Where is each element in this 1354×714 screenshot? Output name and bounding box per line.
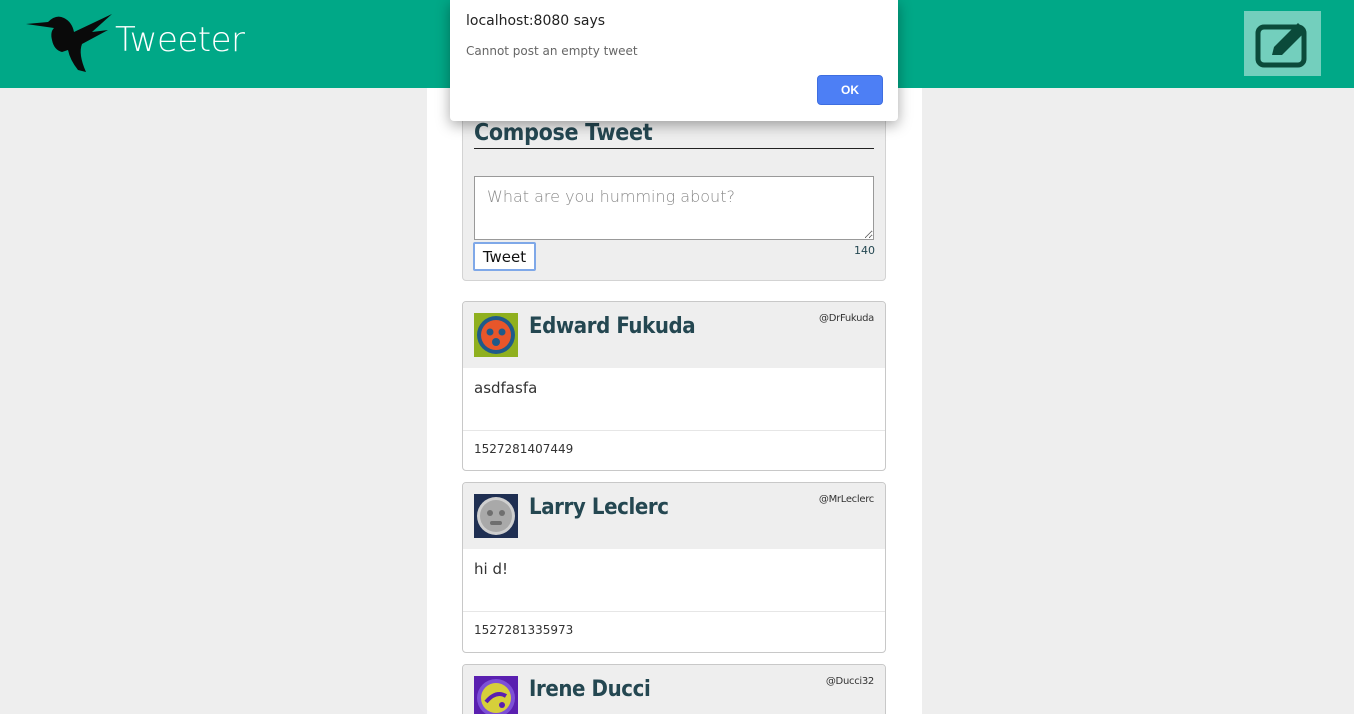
- alert-message: Cannot post an empty tweet: [466, 44, 638, 58]
- compose-tweet-section: Compose Tweet Tweet 140: [462, 108, 886, 281]
- avatar: [474, 494, 518, 538]
- alert-ok-button[interactable]: OK: [817, 75, 883, 105]
- tweet-content: asdfasfa: [474, 379, 538, 397]
- edit-pencil-icon: [1255, 22, 1306, 67]
- tweet-author-handle: @DrFukuda: [819, 313, 874, 324]
- tweet-timestamp: 1527281335973: [474, 623, 574, 637]
- tweet-content: hi d!: [474, 560, 508, 578]
- alert-dialog: localhost:8080 says Cannot post an empty…: [450, 0, 898, 121]
- character-counter: 140: [854, 244, 875, 257]
- tweet-card: Irene Ducci @Ducci32: [462, 664, 886, 714]
- tweet-author-handle: @Ducci32: [825, 676, 874, 687]
- compose-title: Compose Tweet: [474, 119, 874, 149]
- avatar: [474, 313, 518, 357]
- tweet-header: Edward Fukuda @DrFukuda: [463, 302, 885, 368]
- tweet-author-name: Larry Leclerc: [529, 495, 669, 520]
- hummingbird-icon: [26, 14, 112, 72]
- brand-title[interactable]: Tweeter: [115, 20, 245, 60]
- tweet-author-handle: @MrLeclerc: [818, 494, 874, 505]
- alert-title: localhost:8080 says: [466, 13, 606, 29]
- tweet-footer: 1527281335973: [463, 611, 885, 651]
- tweet-card: Larry Leclerc @MrLeclerc hi d! 152728133…: [462, 482, 886, 653]
- compose-toggle-button[interactable]: [1244, 11, 1321, 76]
- tweet-timestamp: 1527281407449: [474, 442, 574, 456]
- tweet-submit-button[interactable]: Tweet: [473, 242, 536, 271]
- main-container: Compose Tweet Tweet 140 Edward Fukuda @D…: [427, 88, 922, 714]
- tweet-header: Larry Leclerc @MrLeclerc: [463, 483, 885, 549]
- tweet-footer: 1527281407449: [463, 430, 885, 470]
- tweet-textarea[interactable]: [474, 176, 874, 240]
- tweet-author-name: Edward Fukuda: [529, 314, 696, 339]
- avatar: [474, 676, 518, 714]
- tweet-author-name: Irene Ducci: [529, 677, 651, 702]
- tweet-header: Irene Ducci @Ducci32: [463, 665, 885, 714]
- tweet-card: Edward Fukuda @DrFukuda asdfasfa 1527281…: [462, 301, 886, 471]
